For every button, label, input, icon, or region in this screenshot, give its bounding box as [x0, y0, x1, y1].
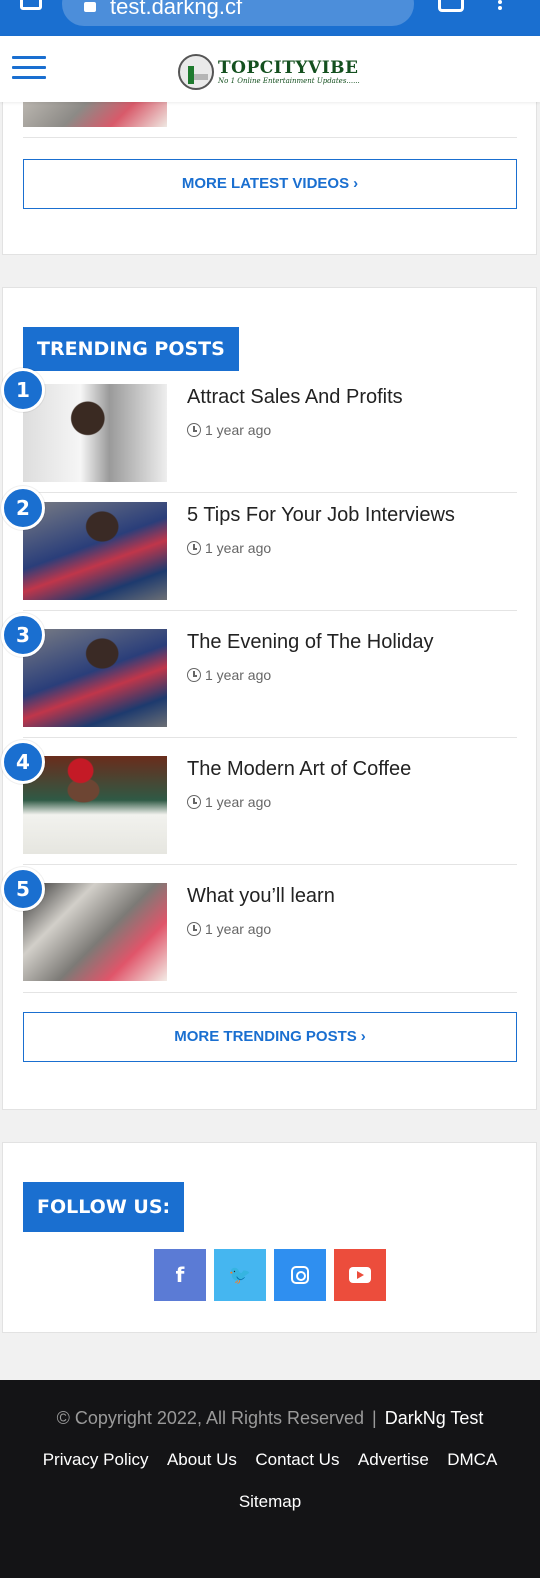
post-time: 1 year ago — [205, 794, 272, 810]
footer-link-privacy-policy[interactable]: Privacy Policy — [43, 1450, 149, 1469]
rank-badge: 5 — [1, 867, 45, 911]
footer-link-sitemap[interactable]: Sitemap — [239, 1492, 301, 1511]
clock-icon — [187, 922, 201, 936]
post-time: 1 year ago — [205, 921, 272, 937]
footer-link-dmca[interactable]: DMCA — [447, 1450, 497, 1469]
divider — [23, 492, 517, 493]
hamburger-menu-icon[interactable] — [12, 56, 46, 80]
post-title[interactable]: Attract Sales And Profits — [187, 386, 517, 409]
site-header: TOPCITYVIBE No 1 Online Entertainment Up… — [0, 36, 540, 102]
post-meta: 1 year ago — [187, 667, 271, 683]
logo-emblem-icon — [178, 54, 214, 90]
clock-icon — [187, 423, 201, 437]
copyright-line: © Copyright 2022, All Rights Reserved | Da… — [56, 1408, 484, 1428]
post-title[interactable]: What you’ll learn — [187, 885, 517, 908]
youtube-icon[interactable] — [334, 1249, 386, 1301]
post-thumbnail[interactable] — [23, 883, 167, 981]
post-time: 1 year ago — [205, 540, 272, 556]
divider — [23, 992, 517, 993]
post-meta: 1 year ago — [187, 921, 271, 937]
follow-section-title: FOLLOW US: — [23, 1182, 185, 1232]
browser-toolbar: test.darkng.cf — [0, 0, 540, 36]
url-text: test.darkng.cf — [110, 0, 243, 19]
post-title[interactable]: The Evening of The Holiday — [187, 631, 517, 654]
clock-icon — [187, 668, 201, 682]
post-thumbnail[interactable] — [23, 629, 167, 727]
footer-link-advertise[interactable]: Advertise — [358, 1450, 429, 1469]
more-vert-icon[interactable] — [498, 0, 504, 12]
divider — [23, 737, 517, 738]
trending-post[interactable]: 4 The Modern Art of Coffee 1 year ago — [1, 740, 517, 856]
post-time: 1 year ago — [205, 422, 272, 438]
trending-section-title: TRENDING POSTS — [23, 327, 239, 371]
post-thumbnail[interactable] — [23, 502, 167, 600]
post-title[interactable]: The Modern Art of Coffee — [187, 758, 517, 781]
footer-link-about-us[interactable]: About Us — [167, 1450, 237, 1469]
footer-links: Privacy Policy About Us Contact Us Adver… — [0, 1450, 540, 1470]
footer-brand-link[interactable]: DarkNg Test — [385, 1408, 484, 1428]
post-time: 1 year ago — [205, 667, 272, 683]
latest-videos-section: MORE LATEST VIDEOS › — [2, 80, 537, 255]
lock-icon — [84, 2, 96, 12]
footer-link-contact-us[interactable]: Contact Us — [255, 1450, 339, 1469]
post-thumbnail[interactable] — [23, 384, 167, 482]
chevron-right-icon: › — [353, 175, 359, 192]
clock-icon — [187, 795, 201, 809]
site-footer: © Copyright 2022, All Rights Reserved | Da… — [0, 1380, 540, 1578]
facebook-icon[interactable]: f — [154, 1249, 206, 1301]
new-tab-icon[interactable] — [438, 0, 464, 12]
post-meta: 1 year ago — [187, 422, 271, 438]
divider — [23, 137, 517, 138]
trending-posts-section: TRENDING POSTS 1 Attract Sales And Profi… — [1, 287, 537, 1110]
clock-icon — [187, 541, 201, 555]
logo-tagline: No 1 Online Entertainment Updates...... — [218, 77, 360, 85]
footer-sitemap: Sitemap — [0, 1492, 540, 1512]
instagram-icon[interactable] — [274, 1249, 326, 1301]
more-latest-videos-button[interactable]: MORE LATEST VIDEOS › — [23, 159, 517, 209]
trending-post[interactable]: 1 Attract Sales And Profits 1 year ago — [1, 368, 517, 484]
rank-badge: 2 — [1, 486, 45, 530]
trending-post[interactable]: 2 5 Tips For Your Job Interviews 1 year … — [1, 486, 517, 602]
post-meta: 1 year ago — [187, 794, 271, 810]
address-bar[interactable]: test.darkng.cf — [62, 0, 414, 26]
site-logo[interactable]: TOPCITYVIBE No 1 Online Entertainment Up… — [178, 52, 360, 92]
social-links: f 🐦 — [154, 1249, 394, 1301]
rank-badge: 3 — [1, 613, 45, 657]
post-thumbnail[interactable] — [23, 756, 167, 854]
logo-name: TOPCITYVIBE — [218, 58, 359, 78]
post-title[interactable]: 5 Tips For Your Job Interviews — [187, 504, 517, 527]
rank-badge: 4 — [1, 740, 45, 784]
rank-badge: 1 — [1, 368, 45, 412]
divider — [23, 610, 517, 611]
divider — [23, 864, 517, 865]
trending-post[interactable]: 5 What you’ll learn 1 year ago — [1, 867, 517, 983]
more-trending-posts-button[interactable]: MORE TRENDING POSTS › — [23, 1012, 517, 1062]
follow-us-section: FOLLOW US: f 🐦 — [2, 1142, 537, 1333]
tab-switcher-icon[interactable] — [20, 0, 42, 10]
twitter-icon[interactable]: 🐦 — [214, 1249, 266, 1301]
trending-post[interactable]: 3 The Evening of The Holiday 1 year ago — [1, 613, 517, 729]
post-meta: 1 year ago — [187, 540, 271, 556]
copyright-text: © Copyright 2022, All Rights Reserved — [56, 1408, 365, 1428]
chevron-right-icon: › — [360, 1028, 366, 1045]
